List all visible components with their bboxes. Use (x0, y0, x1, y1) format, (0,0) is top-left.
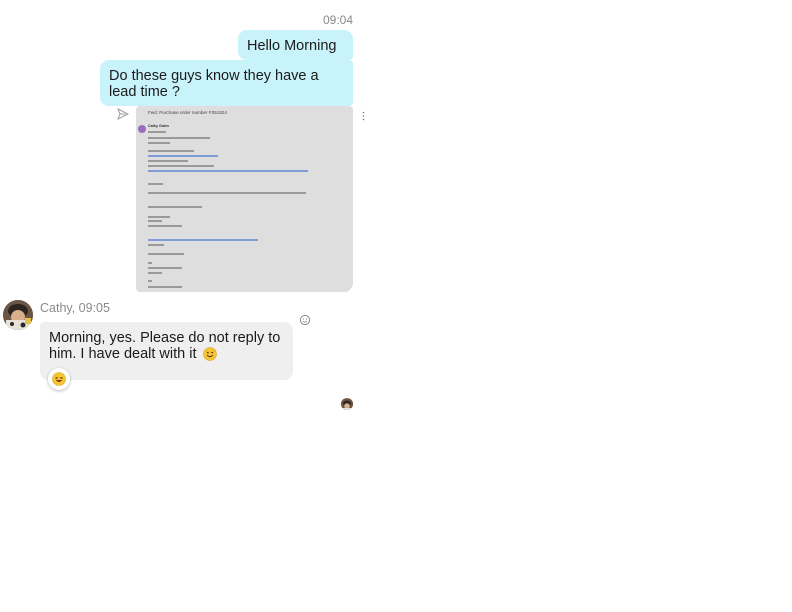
send-icon (117, 108, 129, 120)
message-timestamp: 09:04 (322, 13, 353, 27)
smile-emoji-icon (202, 347, 217, 361)
email-screenshot-attachment[interactable]: Fwd: Purchase order number F051824 Cathy… (136, 106, 353, 292)
message-text: Do these guys know they have a lead time… (109, 68, 319, 100)
laughing-emoji-icon (52, 372, 66, 386)
attachment-text-line (148, 253, 184, 255)
add-reaction-icon[interactable] (299, 314, 311, 326)
message-text: Morning, yes. Please do not reply to him… (49, 330, 281, 362)
more-options-icon[interactable] (362, 111, 365, 121)
attachment-sender-avatar (138, 125, 146, 133)
attachment-text-line (148, 150, 194, 152)
attachment-text-line (148, 280, 152, 282)
attachment-link-line (148, 239, 258, 241)
attachment-text-line (148, 131, 166, 133)
attachment-text-line (148, 192, 306, 194)
attachment-text-line (148, 183, 163, 185)
attachment-text-line (148, 137, 210, 139)
attachment-text-line (148, 160, 188, 162)
attachment-text-line (148, 220, 162, 222)
avatar-photo (3, 300, 33, 330)
attachment-text-line (148, 225, 182, 227)
attachment-text-line (148, 267, 182, 269)
attachment-link-line (148, 155, 218, 157)
attachment-text-line (148, 142, 170, 144)
attachment-text-line (148, 244, 164, 246)
attachment-text-line (148, 206, 202, 208)
incoming-message-bubble[interactable]: Morning, yes. Please do not reply to him… (40, 322, 293, 380)
message-text: Hello Morning (247, 38, 337, 54)
outgoing-message-bubble[interactable]: Hello Morning (238, 30, 353, 60)
avatar[interactable] (3, 300, 33, 330)
read-receipt-avatar-photo (341, 399, 353, 410)
read-receipt-avatar (341, 398, 353, 410)
outgoing-message-bubble[interactable]: Do these guys know they have a lead time… (100, 60, 353, 106)
attachment-text-line (148, 165, 214, 167)
attachment-text-line (148, 286, 182, 288)
attachment-text-line (148, 262, 152, 264)
attachment-subject: Fwd: Purchase order number F051824 (148, 110, 227, 115)
attachment-text-line (148, 216, 170, 218)
attachment-link-line (148, 170, 308, 172)
attachment-sender: Cathy Gates (148, 124, 169, 128)
sender-name-time: Cathy, 09:05 (40, 301, 110, 315)
reaction-badge[interactable] (48, 368, 70, 390)
attachment-text-line (148, 272, 162, 274)
